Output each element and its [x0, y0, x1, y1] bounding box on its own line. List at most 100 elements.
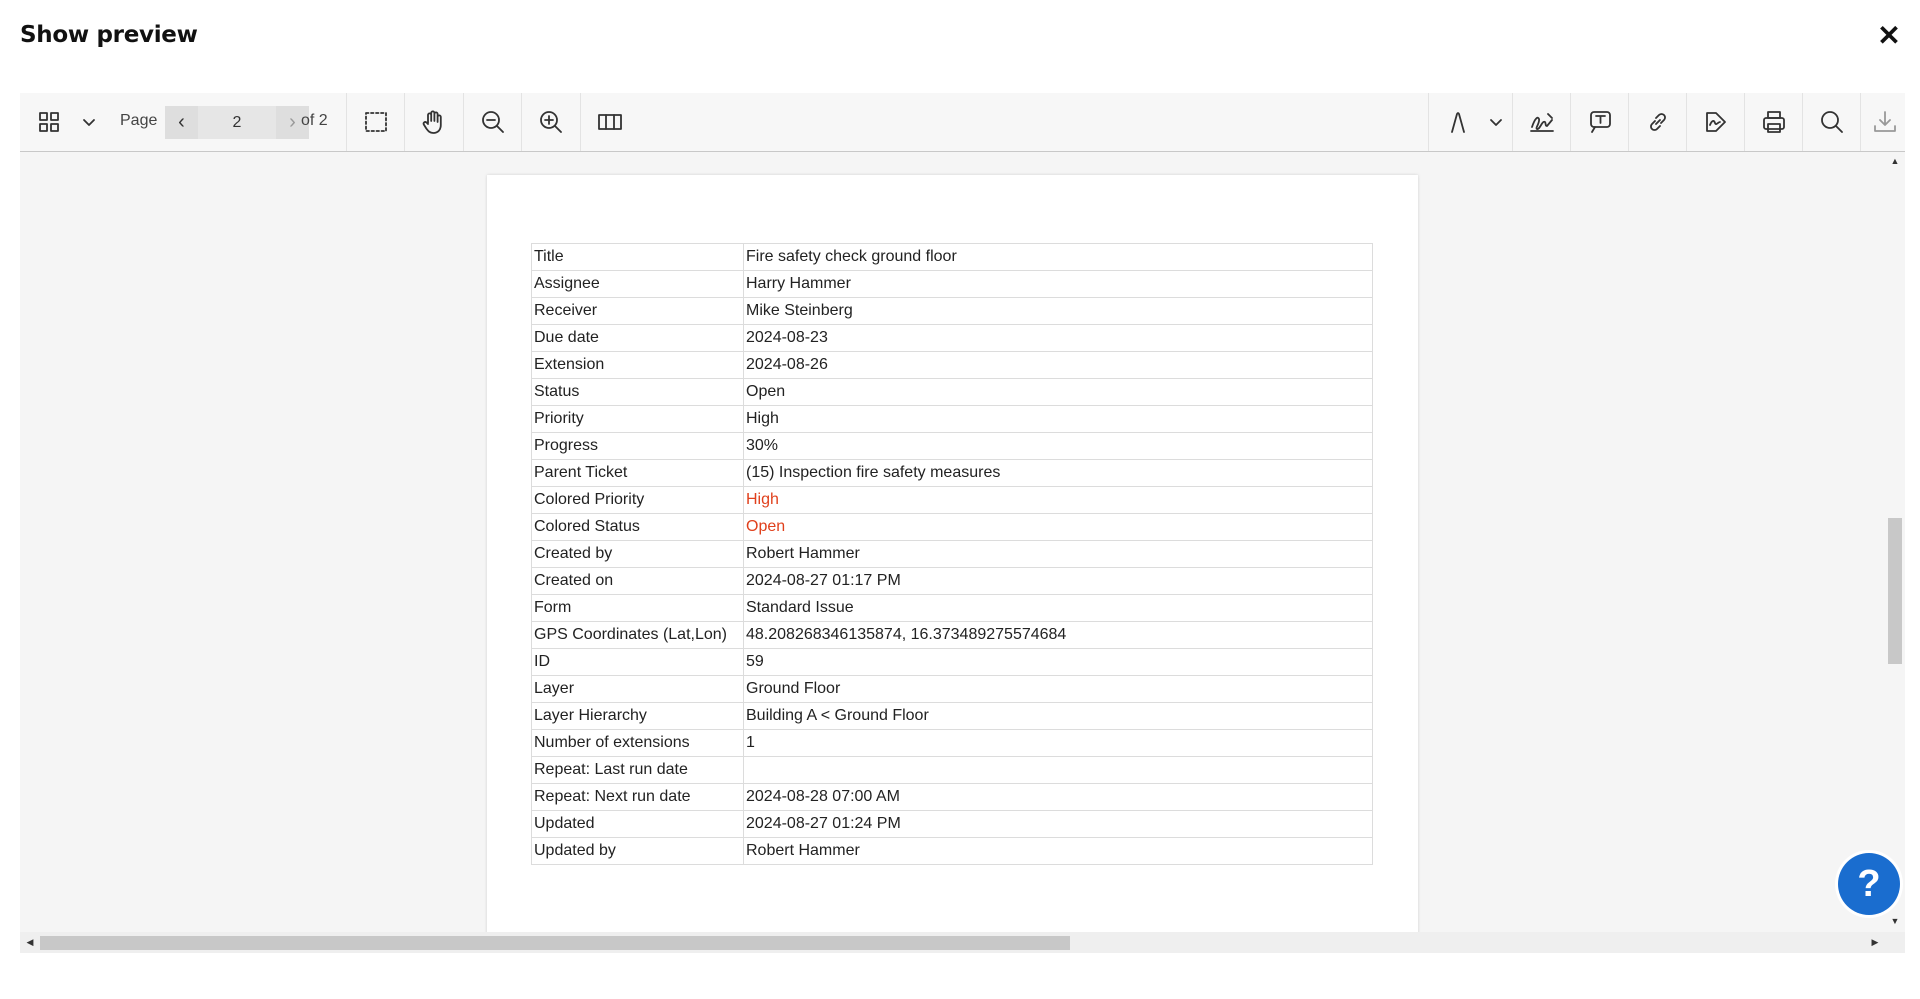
- property-key: Due date: [531, 324, 744, 352]
- toolbar-divider: [463, 93, 464, 151]
- property-value: Open: [743, 378, 1373, 406]
- table-row: Title Fire safety check ground floor: [531, 243, 1373, 271]
- table-row: GPS Coordinates (Lat,Lon) 48.208268346135…: [531, 621, 1373, 649]
- search-icon[interactable]: [1813, 103, 1851, 141]
- dialog-title: Show preview: [20, 22, 198, 48]
- scroll-right-icon[interactable]: ▶: [1869, 936, 1881, 948]
- document-area[interactable]: Title Fire safety check ground floor Assig…: [20, 152, 1885, 932]
- property-key: Status: [531, 378, 744, 406]
- signature-icon[interactable]: [1523, 103, 1561, 141]
- table-row: Colored Status Open: [531, 513, 1373, 541]
- table-row: Status Open: [531, 378, 1373, 406]
- table-row: Repeat: Next run date 2024-08-28 07:00 AM: [531, 783, 1373, 811]
- property-value: 2024-08-28 07:00 AM: [743, 783, 1373, 811]
- property-key: Form: [531, 594, 744, 622]
- property-value: Mike Steinberg: [743, 297, 1373, 325]
- sign-flow-icon[interactable]: [1697, 103, 1735, 141]
- dialog-header: Show preview ✕: [0, 0, 1920, 78]
- thumbnails-icon[interactable]: [30, 103, 68, 141]
- property-value: 48.208268346135874, 16.373489275574684: [743, 621, 1373, 649]
- property-key: GPS Coordinates (Lat,Lon): [531, 621, 744, 649]
- property-key: Assignee: [531, 270, 744, 298]
- property-key: Repeat: Last run date: [531, 756, 744, 784]
- table-row: Colored Priority High: [531, 486, 1373, 514]
- horizontal-scrollbar[interactable]: ◀ ▶: [20, 932, 1905, 953]
- zoom-out-icon[interactable]: [474, 103, 512, 141]
- property-key: Colored Priority: [531, 486, 744, 514]
- property-key: Title: [531, 243, 744, 271]
- table-row: Assignee Harry Hammer: [531, 270, 1373, 298]
- property-value: High: [743, 405, 1373, 433]
- table-row: Created by Robert Hammer: [531, 540, 1373, 568]
- toolbar-divider: [1570, 93, 1571, 151]
- help-button[interactable]: ?: [1838, 853, 1900, 915]
- toolbar-divider: [1802, 93, 1803, 151]
- prev-page-button[interactable]: ‹: [165, 106, 198, 139]
- two-page-view-icon[interactable]: [591, 103, 629, 141]
- property-key: Priority: [531, 405, 744, 433]
- pdf-page: Title Fire safety check ground floor Assig…: [487, 175, 1418, 932]
- property-key: Colored Status: [531, 513, 744, 541]
- property-value: Robert Hammer: [743, 540, 1373, 568]
- property-key: Created on: [531, 567, 744, 595]
- scroll-up-icon[interactable]: ▲: [1889, 155, 1901, 167]
- property-value: 59: [743, 648, 1373, 676]
- property-key: ID: [531, 648, 744, 676]
- table-row: Updated by Robert Hammer: [531, 837, 1373, 865]
- page-number-input[interactable]: [198, 106, 276, 139]
- property-value: 2024-08-27 01:17 PM: [743, 567, 1373, 595]
- property-value: 2024-08-26: [743, 351, 1373, 379]
- properties-table: Title Fire safety check ground floor Assig…: [531, 243, 1373, 865]
- property-key: Number of extensions: [531, 729, 744, 757]
- table-row: Priority High: [531, 405, 1373, 433]
- toolbar-divider: [346, 93, 347, 151]
- page-count-label: of 2: [301, 112, 328, 129]
- property-key: Progress: [531, 432, 744, 460]
- download-icon[interactable]: [1866, 103, 1904, 141]
- horizontal-scroll-thumb[interactable]: [40, 936, 1070, 950]
- table-row: Layer Ground Floor: [531, 675, 1373, 703]
- zoom-in-icon[interactable]: [532, 103, 570, 141]
- property-value: 2024-08-23: [743, 324, 1373, 352]
- property-key: Created by: [531, 540, 744, 568]
- property-value: Robert Hammer: [743, 837, 1373, 865]
- toolbar-divider: [1860, 93, 1861, 151]
- table-row: Receiver Mike Steinberg: [531, 297, 1373, 325]
- select-area-icon[interactable]: [357, 103, 395, 141]
- toolbar-divider: [404, 93, 405, 151]
- close-icon[interactable]: ✕: [1875, 22, 1903, 50]
- property-value: Fire safety check ground floor: [743, 243, 1373, 271]
- vertical-scroll-thumb[interactable]: [1888, 518, 1902, 664]
- draw-icon[interactable]: [1439, 103, 1477, 141]
- property-key: Layer Hierarchy: [531, 702, 744, 730]
- toolbar-divider: [580, 93, 581, 151]
- property-key: Updated by: [531, 837, 744, 865]
- table-row: Created on 2024-08-27 01:17 PM: [531, 567, 1373, 595]
- property-key: Repeat: Next run date: [531, 783, 744, 811]
- scroll-down-icon[interactable]: ▼: [1889, 915, 1901, 927]
- property-value: 2024-08-27 01:24 PM: [743, 810, 1373, 838]
- property-key: Updated: [531, 810, 744, 838]
- chevron-down-icon[interactable]: [1477, 103, 1515, 141]
- property-value: 30%: [743, 432, 1373, 460]
- property-value: Open: [743, 513, 1373, 541]
- chevron-down-icon[interactable]: [70, 103, 108, 141]
- toolbar-divider: [1686, 93, 1687, 151]
- toolbar-divider: [521, 93, 522, 151]
- property-value: Building A < Ground Floor: [743, 702, 1373, 730]
- scroll-left-icon[interactable]: ◀: [24, 936, 36, 948]
- toolbar-divider: [1744, 93, 1745, 151]
- property-key: Parent Ticket: [531, 459, 744, 487]
- link-icon[interactable]: [1639, 103, 1677, 141]
- table-row: Form Standard Issue: [531, 594, 1373, 622]
- table-row: Progress 30%: [531, 432, 1373, 460]
- text-comment-icon[interactable]: [1581, 103, 1619, 141]
- toolbar-divider: [1628, 93, 1629, 151]
- vertical-scrollbar[interactable]: ▲ ▼: [1885, 152, 1905, 932]
- viewer-toolbar: Page ‹ › of 2: [20, 93, 1905, 152]
- table-row: Layer Hierarchy Building A < Ground Floor: [531, 702, 1373, 730]
- table-row: Updated 2024-08-27 01:24 PM: [531, 810, 1373, 838]
- pan-hand-icon[interactable]: [414, 103, 452, 141]
- print-icon[interactable]: [1755, 103, 1793, 141]
- property-value: Standard Issue: [743, 594, 1373, 622]
